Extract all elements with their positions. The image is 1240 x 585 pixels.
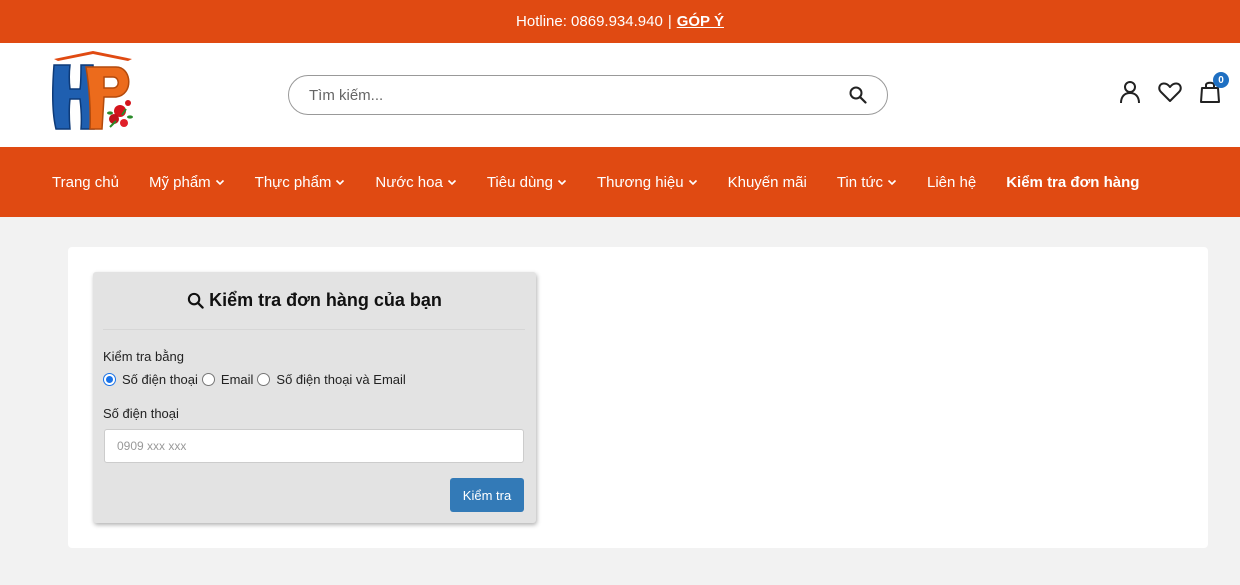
phone-input[interactable]: [104, 429, 524, 463]
chevron-down-icon: [688, 179, 697, 186]
nav-item-label: Khuyến mãi: [727, 173, 807, 191]
divider: [103, 329, 525, 330]
check-method-radio-group: Số điện thoại Email Số điện thoại và Ema…: [103, 372, 410, 387]
top-bar: Hotline: 0869.934.940 | GÓP Ý: [0, 0, 1240, 43]
nav-item-label: Thực phẩm: [254, 173, 332, 191]
hotline-text: Hotline: 0869.934.940: [516, 13, 663, 30]
heart-icon[interactable]: [1158, 79, 1182, 105]
radio-button[interactable]: [257, 373, 271, 386]
chevron-down-icon: [447, 179, 456, 186]
nav-item-label: Trang chủ: [52, 173, 119, 191]
cart-count-badge: 0: [1213, 72, 1229, 88]
nav-item-promotions[interactable]: Khuyến mãi: [728, 174, 807, 191]
nav-item-label: Thương hiệu: [597, 173, 684, 191]
chevron-down-icon: [336, 179, 345, 186]
radio-label: Số điện thoại: [122, 372, 198, 387]
nav-item-label: Liên hệ: [927, 173, 977, 191]
search-bar: [288, 75, 888, 115]
radio-label: Số điện thoại và Email: [276, 372, 406, 387]
nav-item-label: Mỹ phẩm: [148, 173, 211, 191]
phone-label: Số điện thoại: [103, 406, 179, 421]
radio-button[interactable]: [201, 373, 215, 386]
nav-item-label: Tiêu dùng: [486, 173, 553, 191]
feedback-link[interactable]: GÓP Ý: [677, 13, 724, 30]
search-input[interactable]: [309, 86, 847, 104]
logo-graphic: [51, 51, 133, 130]
shopping-bag-icon[interactable]: 0: [1198, 72, 1229, 105]
order-check-panel: Kiểm tra đơn hàng của bạn Kiểm tra bằng …: [93, 272, 536, 523]
header: 0: [0, 43, 1240, 147]
search-icon[interactable]: [847, 84, 869, 106]
nav-item-label: Kiểm tra đơn hàng: [1006, 173, 1140, 191]
search-icon: [187, 292, 204, 309]
site-logo[interactable]: [50, 51, 136, 135]
radio-option-phone-and-email[interactable]: Số điện thoại và Email: [257, 372, 406, 387]
panel-title-text: Kiểm tra đơn hàng của bạn: [209, 290, 442, 310]
nav-item-consumer-goods[interactable]: Tiêu dùng: [487, 174, 567, 191]
main-nav: Trang chủ Mỹ phẩm Thực phẩm Nước hoa Tiê…: [0, 147, 1240, 217]
panel-title: Kiểm tra đơn hàng của bạn: [93, 290, 536, 311]
nav-item-home[interactable]: Trang chủ: [52, 174, 119, 191]
nav-item-contact[interactable]: Liên hệ: [927, 174, 976, 191]
chevron-down-icon: [887, 179, 897, 186]
check-order-button[interactable]: Kiểm tra: [450, 478, 524, 512]
radio-button[interactable]: [103, 373, 116, 386]
nav-item-cosmetics[interactable]: Mỹ phẩm: [149, 174, 225, 191]
nav-item-news[interactable]: Tin tức: [837, 174, 897, 191]
header-actions: 0: [1118, 72, 1229, 105]
radio-option-email[interactable]: Email: [201, 372, 254, 387]
topbar-separator: |: [667, 13, 672, 30]
chevron-down-icon: [215, 179, 224, 186]
chevron-down-icon: [557, 179, 567, 186]
nav-item-food[interactable]: Thực phẩm: [255, 174, 346, 191]
nav-item-label: Tin tức: [836, 173, 883, 191]
nav-item-brands[interactable]: Thương hiệu: [597, 174, 698, 191]
nav-item-perfume[interactable]: Nước hoa: [375, 174, 456, 191]
nav-item-order-check[interactable]: Kiểm tra đơn hàng: [1006, 174, 1139, 191]
radio-option-phone[interactable]: Số điện thoại: [103, 372, 198, 387]
check-by-label: Kiểm tra bằng: [103, 349, 184, 364]
user-icon[interactable]: [1118, 79, 1142, 105]
nav-item-label: Nước hoa: [375, 173, 443, 191]
radio-label: Email: [220, 372, 254, 387]
